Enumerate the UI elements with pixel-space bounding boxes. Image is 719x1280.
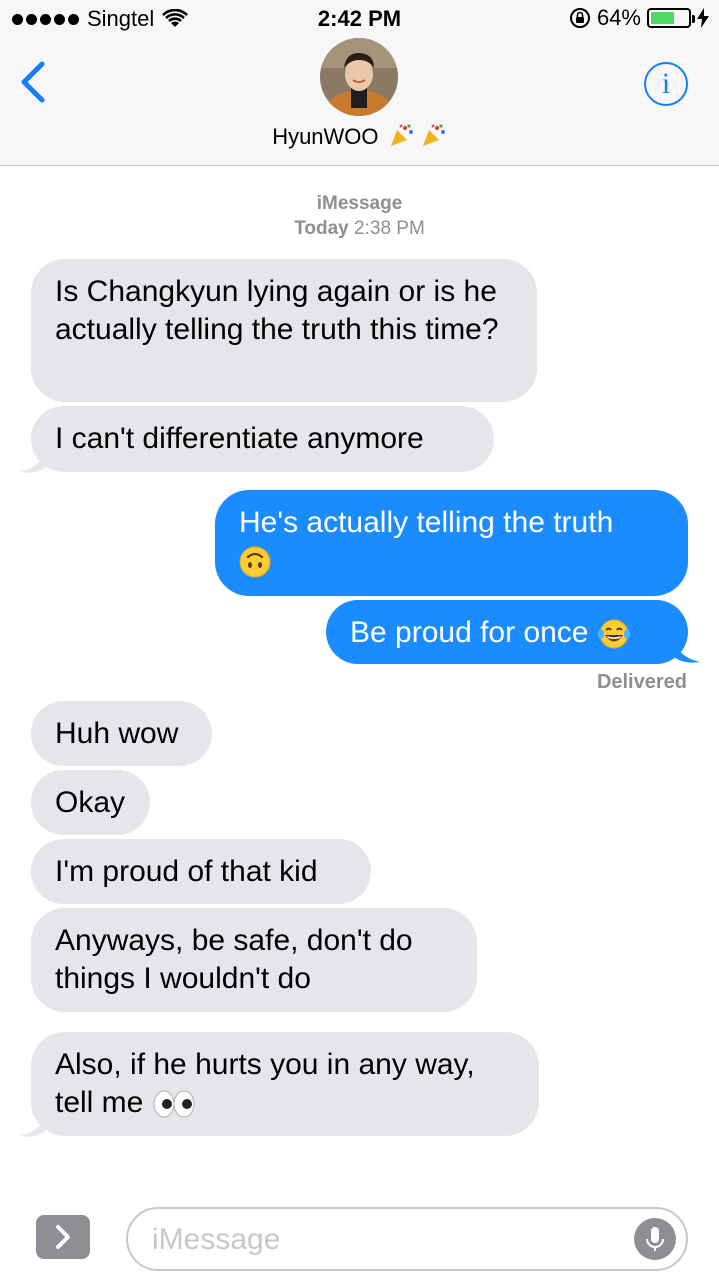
eyes-icon [153, 1090, 195, 1118]
microphone-icon [646, 1227, 664, 1251]
message-text: I can't differentiate anymore [55, 422, 424, 455]
message-text: He's actually telling the truth [239, 506, 614, 539]
charging-bolt-icon [697, 8, 709, 28]
party-popper-icon [390, 124, 413, 146]
timestamp-time: 2:38 PM [354, 218, 425, 239]
party-popper-icon [422, 124, 445, 146]
battery-fill [651, 12, 675, 24]
timestamp-day: Today [294, 218, 349, 239]
status-right: 64% [569, 5, 709, 31]
face-with-tears-of-joy-icon [597, 619, 630, 649]
contact-name[interactable]: HyunWOO [0, 124, 719, 150]
battery-percent: 64% [596, 5, 641, 30]
app-drawer-button[interactable] [36, 1215, 90, 1259]
message-bubble-outgoing[interactable]: He's actually telling the truth [215, 490, 688, 596]
message-bubble-incoming[interactable]: Anyways, be safe, don't do things I woul… [31, 908, 477, 1012]
chevron-left-icon [21, 61, 45, 103]
message-text: Be proud for once [350, 616, 589, 649]
contact-name-label: HyunWOO [272, 124, 379, 149]
chevron-right-icon [56, 1225, 70, 1249]
message-bubble-incoming[interactable]: I'm proud of that kid [31, 839, 371, 904]
status-bar: Singtel 2:42 PM 64% [0, 0, 719, 40]
info-button[interactable]: i [644, 62, 688, 106]
bubble-tail-incoming [20, 440, 48, 473]
message-bubble-incoming[interactable]: I can't differentiate anymore [31, 406, 494, 472]
message-text: I'm proud of that kid [55, 855, 318, 888]
orientation-lock-icon [569, 8, 590, 28]
message-text: Huh wow [55, 717, 179, 750]
bubble-tail-outgoing [672, 630, 700, 663]
message-text: Anyways, be safe, don't do things I woul… [55, 924, 413, 995]
back-button[interactable] [18, 60, 58, 104]
dictation-button[interactable] [634, 1218, 676, 1260]
message-text: Also, if he hurts you in any way, tell m… [55, 1048, 475, 1119]
message-text: Okay [55, 786, 126, 819]
upside-down-face-icon [239, 546, 271, 578]
message-text: Is Changkyun lying again or is he actual… [55, 275, 499, 346]
message-bubble-incoming[interactable]: Huh wow [31, 701, 212, 766]
avatar-photo [320, 38, 398, 116]
conversation-timestamp: Today 2:38 PM [0, 218, 719, 240]
conversation-header: Singtel 2:42 PM 64% HyunWOO i [0, 0, 719, 166]
battery-icon [647, 8, 695, 28]
message-bubble-outgoing[interactable]: Be proud for once [326, 600, 688, 664]
bubble-tail-incoming [20, 1104, 48, 1137]
message-input-placeholder: iMessage [152, 1223, 281, 1256]
message-input[interactable]: iMessage [126, 1207, 688, 1271]
message-bubble-incoming[interactable]: Also, if he hurts you in any way, tell m… [31, 1032, 539, 1136]
message-bubble-incoming[interactable]: Okay [31, 770, 150, 835]
delivered-status: Delivered [596, 671, 687, 693]
service-label: iMessage [316, 193, 403, 214]
message-bubble-incoming[interactable]: Is Changkyun lying again or is he actual… [31, 259, 537, 402]
info-icon: i [661, 67, 671, 100]
contact-avatar[interactable] [320, 38, 398, 116]
